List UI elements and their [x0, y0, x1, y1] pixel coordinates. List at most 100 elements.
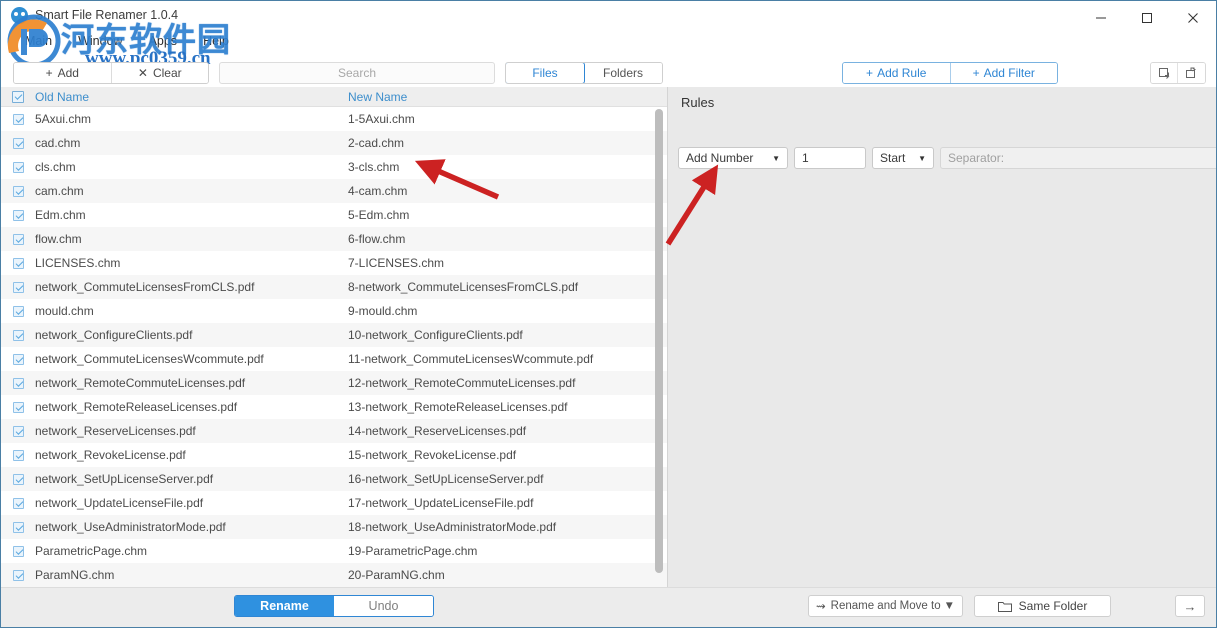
undo-button[interactable]: Undo	[334, 596, 433, 616]
table-row[interactable]: 5Axui.chm1-5Axui.chm	[1, 107, 667, 131]
row-checkbox[interactable]	[1, 498, 35, 509]
rule-type-select[interactable]: Add Number ▼	[678, 147, 788, 169]
rule-type-value: Add Number	[686, 151, 753, 165]
cell-old-name: 5Axui.chm	[35, 112, 348, 126]
minimize-button[interactable]	[1078, 1, 1124, 35]
cell-new-name: 15-network_RevokeLicense.pdf	[348, 448, 667, 462]
add-button[interactable]: + Add	[14, 63, 112, 83]
row-checkbox[interactable]	[1, 546, 35, 557]
row-checkbox[interactable]	[1, 138, 35, 149]
rules-panel: Rules Add Number ▼ 1 Start ▼ Separator: …	[667, 87, 1216, 587]
cell-old-name: network_CommuteLicensesWcommute.pdf	[35, 352, 348, 366]
cell-old-name: cad.chm	[35, 136, 348, 150]
table-row[interactable]: flow.chm6-flow.chm	[1, 227, 667, 251]
table-row[interactable]: network_UpdateLicenseFile.pdf17-network_…	[1, 491, 667, 515]
row-checkbox[interactable]	[1, 162, 35, 173]
row-checkbox[interactable]	[1, 114, 35, 125]
menu-item-main[interactable]: Main	[25, 34, 52, 48]
rename-button[interactable]: Rename	[235, 596, 334, 616]
export-rules-button[interactable]	[1151, 63, 1178, 83]
add-filter-button[interactable]: + Add Filter	[951, 63, 1058, 83]
row-checkbox[interactable]	[1, 186, 35, 197]
table-row[interactable]: network_UseAdministratorMode.pdf18-netwo…	[1, 515, 667, 539]
scrollbar-thumb[interactable]	[655, 109, 663, 573]
table-row[interactable]: network_RemoteReleaseLicenses.pdf13-netw…	[1, 395, 667, 419]
table-row[interactable]: network_ReserveLicenses.pdf14-network_Re…	[1, 419, 667, 443]
maximize-button[interactable]	[1124, 1, 1170, 35]
row-checkbox[interactable]	[1, 282, 35, 293]
row-checkbox[interactable]	[1, 330, 35, 341]
tab-folders[interactable]: Folders	[584, 63, 662, 83]
table-row[interactable]: network_RemoteCommuteLicenses.pdf12-netw…	[1, 371, 667, 395]
search-input[interactable]: Search	[219, 62, 495, 84]
export-rules-icon	[1158, 67, 1171, 80]
row-checkbox[interactable]	[1, 234, 35, 245]
checkbox-icon	[13, 330, 24, 341]
row-checkbox[interactable]	[1, 570, 35, 581]
table-row[interactable]: network_SetUpLicenseServer.pdf16-network…	[1, 467, 667, 491]
file-list-rows: 5Axui.chm1-5Axui.chmcad.chm2-cad.chmcls.…	[1, 107, 667, 587]
close-button[interactable]	[1170, 1, 1216, 35]
table-row[interactable]: cls.chm3-cls.chm	[1, 155, 667, 179]
select-all-checkbox[interactable]	[1, 91, 35, 103]
menu-item-help[interactable]: Help	[203, 34, 229, 48]
cell-new-name: 17-network_UpdateLicenseFile.pdf	[348, 496, 667, 510]
row-checkbox[interactable]	[1, 474, 35, 485]
file-list-scrollbar[interactable]	[655, 109, 663, 583]
go-button[interactable]: →	[1175, 595, 1205, 617]
table-row[interactable]: network_CommuteLicensesFromCLS.pdf8-netw…	[1, 275, 667, 299]
table-row[interactable]: cad.chm2-cad.chm	[1, 131, 667, 155]
window-title: Smart File Renamer 1.0.4	[35, 8, 178, 22]
rename-mode-select[interactable]: ⇝ Rename and Move to ▼	[808, 595, 963, 617]
footer-bar: Rename Undo ⇝ Rename and Move to ▼ Same …	[1, 587, 1216, 627]
table-row[interactable]: network_RevokeLicense.pdf15-network_Revo…	[1, 443, 667, 467]
row-checkbox[interactable]	[1, 210, 35, 221]
rename-undo-group: Rename Undo	[234, 595, 434, 617]
row-checkbox[interactable]	[1, 402, 35, 413]
column-header-old-name[interactable]: Old Name	[35, 90, 348, 104]
rule-start-value-input[interactable]: 1	[794, 147, 866, 169]
rule-position-select[interactable]: Start ▼	[872, 147, 934, 169]
table-row[interactable]: network_ConfigureClients.pdf10-network_C…	[1, 323, 667, 347]
cell-old-name: network_RemoteReleaseLicenses.pdf	[35, 400, 348, 414]
row-checkbox[interactable]	[1, 354, 35, 365]
row-checkbox[interactable]	[1, 306, 35, 317]
plus-icon: +	[973, 66, 980, 80]
cell-old-name: network_ConfigureClients.pdf	[35, 328, 348, 342]
row-checkbox[interactable]	[1, 378, 35, 389]
row-checkbox[interactable]	[1, 426, 35, 437]
row-checkbox[interactable]	[1, 258, 35, 269]
folder-icon	[998, 600, 1012, 612]
menu-item-window[interactable]: Window	[78, 34, 122, 48]
cell-old-name: cls.chm	[35, 160, 348, 174]
plus-icon: +	[866, 66, 873, 80]
title-row: Smart File Renamer 1.0.4	[11, 5, 178, 25]
clear-button-label: Clear	[153, 66, 182, 80]
row-checkbox[interactable]	[1, 450, 35, 461]
cell-old-name: cam.chm	[35, 184, 348, 198]
cell-new-name: 7-LICENSES.chm	[348, 256, 667, 270]
cell-new-name: 13-network_RemoteReleaseLicenses.pdf	[348, 400, 667, 414]
table-row[interactable]: mould.chm9-mould.chm	[1, 299, 667, 323]
table-row[interactable]: LICENSES.chm7-LICENSES.chm	[1, 251, 667, 275]
row-checkbox[interactable]	[1, 522, 35, 533]
add-clear-group: + Add ✕ Clear	[13, 62, 209, 84]
table-row[interactable]: Edm.chm5-Edm.chm	[1, 203, 667, 227]
clear-button[interactable]: ✕ Clear	[112, 63, 209, 83]
table-row[interactable]: cam.chm4-cam.chm	[1, 179, 667, 203]
add-rule-button[interactable]: + Add Rule	[843, 63, 951, 83]
table-row[interactable]: ParamNG.chm20-ParamNG.chm	[1, 563, 667, 587]
checkbox-icon	[13, 162, 24, 173]
import-rules-button[interactable]	[1178, 63, 1205, 83]
tab-files[interactable]: Files	[505, 62, 585, 84]
column-header-new-name[interactable]: New Name	[348, 90, 667, 104]
menu-item-apps[interactable]: Apps	[149, 34, 178, 48]
destination-folder-button[interactable]: Same Folder	[974, 595, 1111, 617]
table-row[interactable]: network_CommuteLicensesWcommute.pdf11-ne…	[1, 347, 667, 371]
chevron-down-icon: ▼	[944, 600, 955, 612]
rule-separator-input[interactable]: Separator:	[940, 147, 1217, 169]
checkbox-icon	[13, 138, 24, 149]
cell-old-name: ParametricPage.chm	[35, 544, 348, 558]
table-row[interactable]: ParametricPage.chm19-ParametricPage.chm	[1, 539, 667, 563]
files-folders-toggle: Files Folders	[505, 62, 663, 84]
